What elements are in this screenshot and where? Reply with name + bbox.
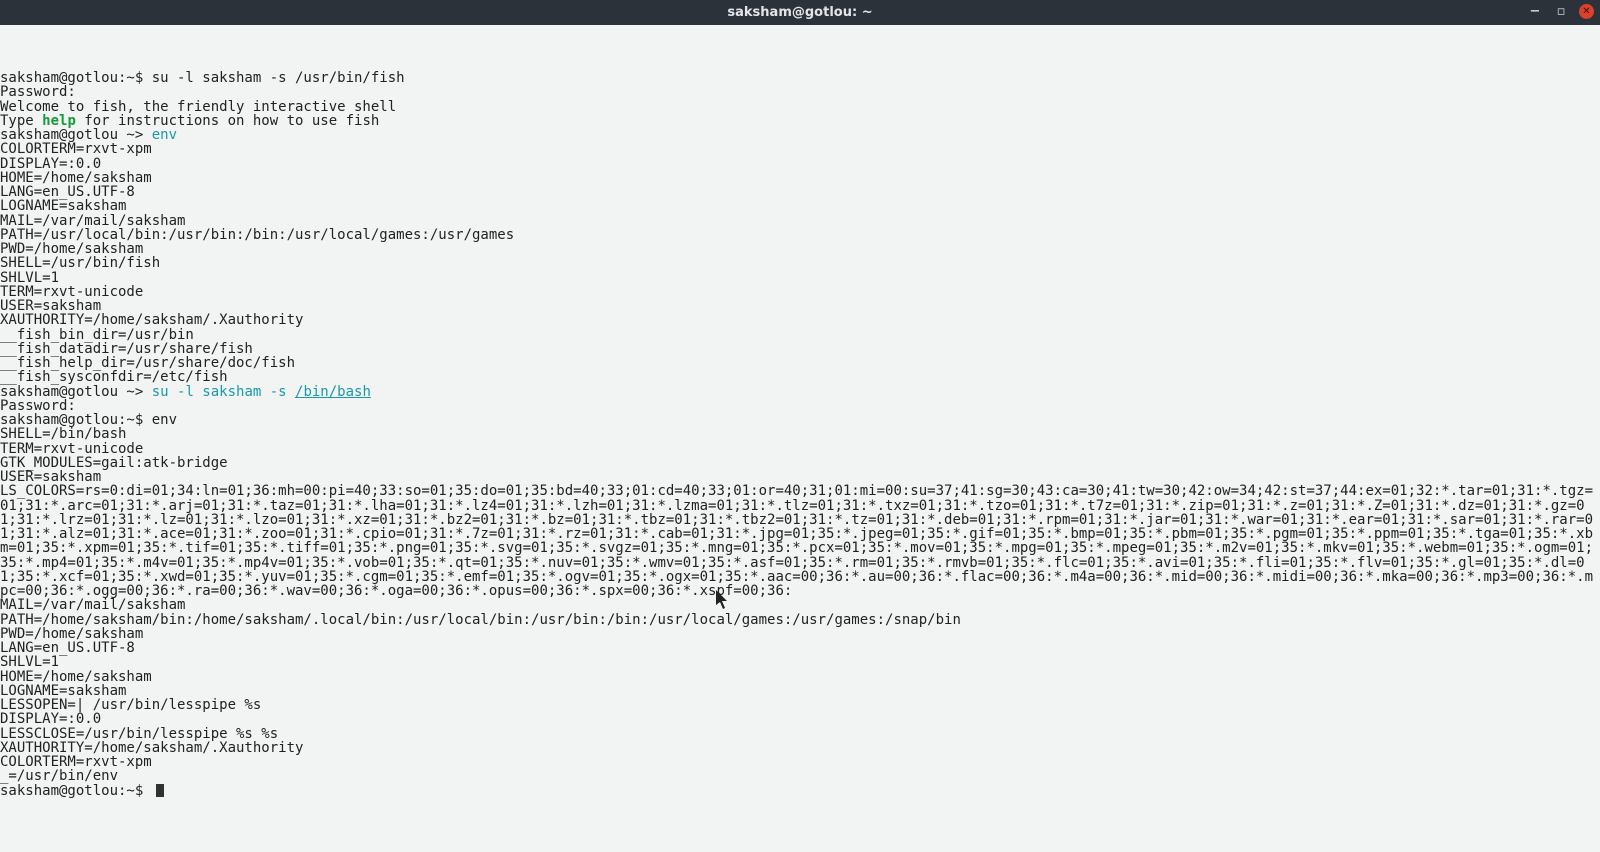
maximize-icon[interactable]: ▫	[1553, 3, 1569, 19]
minimize-icon[interactable]: −	[1527, 3, 1543, 19]
window-controls: − ▫ ✕	[1527, 3, 1594, 19]
cursor	[156, 784, 164, 797]
window-title: saksham@gotlou: ~	[727, 5, 872, 20]
terminal-output[interactable]: saksham@gotlou:~$ su -l saksham -s /usr/…	[0, 25, 1600, 798]
titlebar[interactable]: saksham@gotlou: ~ − ▫ ✕	[0, 0, 1600, 25]
close-icon[interactable]: ✕	[1579, 4, 1594, 19]
